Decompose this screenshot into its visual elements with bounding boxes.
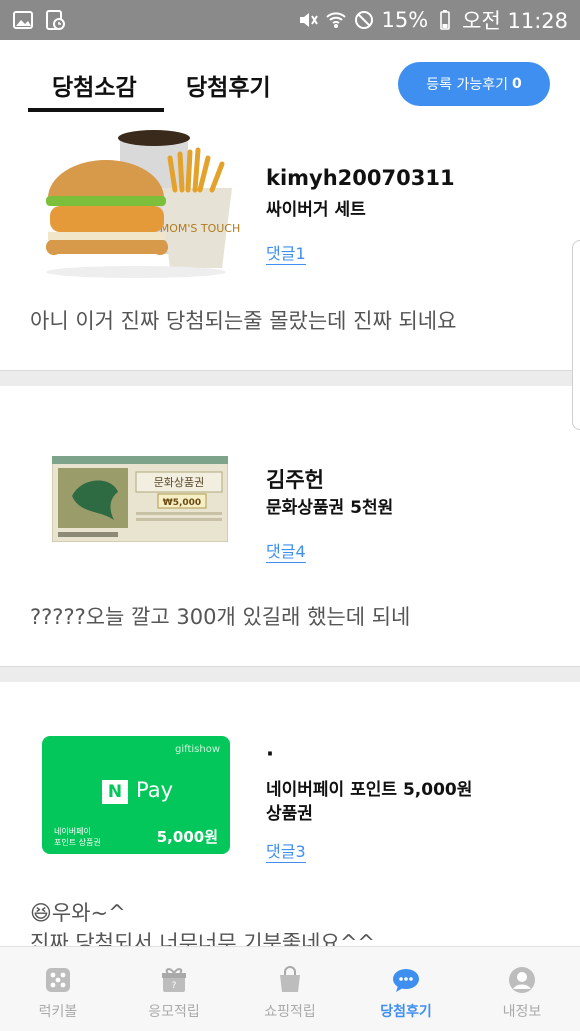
post-review-text: ?????오늘 깔고 300개 있길래 했는데 되네	[30, 605, 411, 629]
gift-certificate-image: 문화상품권 ₩5,000	[52, 456, 228, 542]
post-divider	[0, 370, 580, 386]
post-prize: 네이버페이 포인트 5,000원 상품권	[266, 780, 473, 824]
post-username: 김주헌	[266, 468, 324, 492]
post-prize: 싸이버거 세트	[266, 200, 366, 220]
register-review-button[interactable]: 등록 가능후기 0	[398, 62, 550, 106]
post-card[interactable]: MOM'S TOUCH kimyh20070311 싸이버거 세트 댓글1 아니…	[0, 114, 580, 370]
header: 당첨소감 당첨후기 등록 가능후기 0	[0, 40, 580, 114]
post-card[interactable]: giftishow N Pay 네이버페이 포인트 상품권 5,000원 · 네…	[0, 682, 580, 946]
register-count: 0	[511, 76, 522, 92]
dice-icon	[46, 968, 70, 992]
post-comments-link[interactable]: 댓글1	[266, 240, 306, 265]
giftishow-brand: giftishow	[174, 744, 220, 755]
tab-winning-impressions[interactable]: 당첨소감	[52, 68, 137, 102]
profile-icon	[509, 967, 535, 993]
naver-n-logo-icon: N	[102, 780, 128, 804]
review-feed[interactable]: MOM'S TOUCH kimyh20070311 싸이버거 세트 댓글1 아니…	[0, 114, 580, 946]
post-comments-link[interactable]: 댓글4	[266, 538, 306, 563]
clock: 오전 11:28	[462, 9, 568, 33]
nav-winning-reviews[interactable]: 당첨후기	[348, 947, 464, 1031]
post-divider	[0, 666, 580, 682]
nav-label: 당첨후기	[380, 1004, 432, 1020]
nav-lucky-ball[interactable]: 럭키볼	[0, 947, 116, 1031]
status-bar: 15% 오전 11:28	[0, 0, 580, 40]
shopping-bag-icon	[280, 966, 300, 992]
tab-active-indicator	[28, 108, 164, 112]
screenshot-icon	[46, 10, 65, 30]
register-button-label: 등록 가능후기	[426, 77, 508, 93]
tab-winning-reviews[interactable]: 당첨후기	[186, 68, 271, 102]
card-caption: 네이버페이 포인트 상품권	[54, 827, 101, 847]
moms-touch-logo: MOM'S TOUCH	[160, 222, 241, 235]
gallery-icon	[13, 11, 33, 29]
burger-set-image: MOM'S TOUCH	[45, 130, 241, 278]
scroll-handle[interactable]	[572, 240, 580, 430]
post-review-text: 아니 이거 진짜 당첨되는줄 몰랐는데 진짜 되네요	[30, 309, 457, 333]
no-sim-icon	[355, 11, 374, 29]
wifi-icon	[326, 12, 347, 28]
certificate-title: 문화상품권	[154, 476, 205, 489]
nav-label: 쇼핑적립	[264, 1004, 316, 1020]
nav-label: 내정보	[502, 1004, 542, 1020]
nav-label: 럭키볼	[38, 1004, 78, 1020]
battery-icon	[440, 10, 450, 30]
bottom-navigation: 럭키볼 ? 응모적립 쇼핑적립 당첨후기 내정보	[0, 946, 580, 1031]
pay-logo-text: Pay	[136, 778, 174, 802]
post-review-text: 😆우와~^ 진짜 당첨되서 너무너무 기분좋네요^^	[30, 901, 376, 946]
mute-icon	[300, 13, 319, 27]
naver-pay-card-image: giftishow N Pay 네이버페이 포인트 상품권 5,000원	[42, 736, 230, 854]
battery-percent: 15%	[381, 8, 429, 32]
certificate-amount: ₩5,000	[163, 498, 201, 508]
post-comments-link[interactable]: 댓글3	[266, 838, 306, 863]
chat-icon	[393, 969, 419, 992]
svg-text:?: ?	[172, 981, 177, 991]
post-card[interactable]: 문화상품권 ₩5,000 김주헌 문화상품권 5천원 댓글4 ?????오늘 깔…	[0, 386, 580, 666]
post-prize: 문화상품권 5천원	[266, 498, 394, 518]
card-amount: 5,000원	[156, 828, 218, 846]
post-username: kimyh20070311	[266, 166, 455, 190]
nav-shopping-points[interactable]: 쇼핑적립	[232, 947, 348, 1031]
nav-my-info[interactable]: 내정보	[464, 947, 580, 1031]
post-username: ·	[266, 742, 274, 766]
nav-label: 응모적립	[148, 1004, 200, 1020]
gift-icon: ?	[162, 968, 186, 992]
nav-entry-points[interactable]: ? 응모적립	[116, 947, 232, 1031]
